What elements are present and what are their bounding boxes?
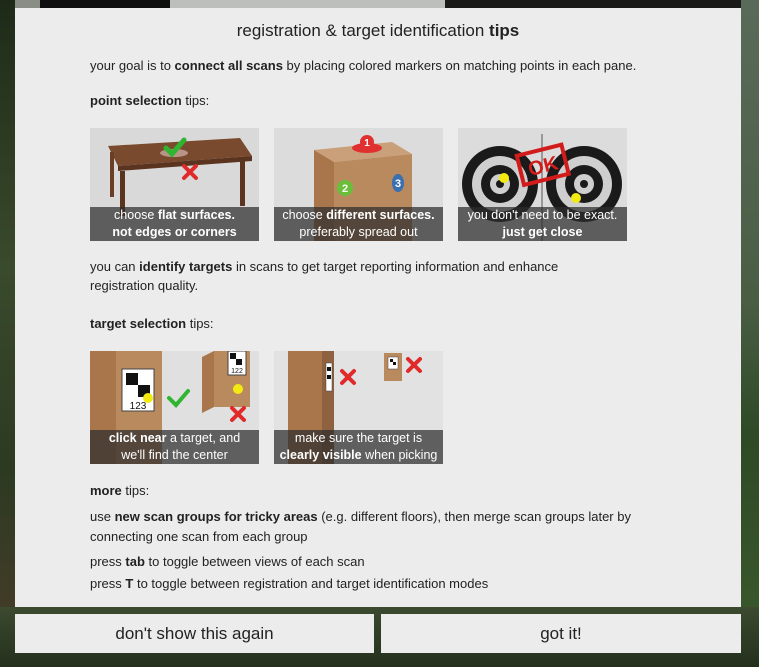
svg-text:122: 122	[231, 368, 243, 375]
tip-image-target-visible: make sure the target is clearly visible …	[274, 351, 443, 464]
tips-dialog: registration & target identification tip…	[15, 8, 741, 607]
svg-text:3: 3	[395, 178, 401, 190]
marker-dot	[571, 193, 581, 203]
tip-image-different-surfaces: 1 2 3 choose different surfaces. prefera…	[274, 128, 443, 241]
tip-caption: click near a target, and we'll find the …	[90, 430, 259, 464]
background-top-strip	[445, 0, 741, 8]
tip-caption: choose different surfaces. preferably sp…	[274, 207, 443, 241]
background-right-edge	[740, 0, 759, 667]
t-key-tip: press T to toggle between registration a…	[90, 576, 489, 591]
marker-dot	[143, 393, 153, 403]
background-top-strip	[40, 0, 170, 8]
dialog-title: registration & target identification tip…	[15, 21, 741, 41]
svg-text:2: 2	[342, 183, 348, 195]
target-selection-heading: target selection tips:	[90, 316, 214, 331]
tip-image-flat-surfaces: choose flat surfaces. not edges or corne…	[90, 128, 259, 241]
title-bold-text: tips	[489, 21, 520, 40]
more-tips-heading: more tips:	[90, 483, 150, 498]
dont-show-again-button[interactable]: don't show this again	[15, 614, 374, 653]
goal-text: your goal is to connect all scans by pla…	[90, 58, 637, 73]
tip-image-not-exact: OK you don't need to be exact. just get …	[458, 128, 627, 241]
svg-text:123: 123	[130, 401, 147, 412]
scan-groups-tip: use new scan groups for tricky areas (e.…	[90, 509, 631, 544]
marker-dot	[233, 384, 243, 394]
identify-targets-text: you can identify targets in scans to get…	[90, 259, 559, 293]
tip-image-click-near-target: 123 122 click near a target, and we'll f…	[90, 351, 259, 464]
background-top-strip	[15, 0, 40, 8]
tip-caption: you don't need to be exact. just get clo…	[458, 207, 627, 241]
point-selection-heading: point selection tips:	[90, 93, 210, 108]
tip-caption: make sure the target is clearly visible …	[274, 430, 443, 464]
svg-text:1: 1	[364, 138, 370, 149]
title-text: registration & target identification	[236, 21, 490, 40]
background-left-edge	[0, 0, 15, 667]
marker-dot	[499, 173, 509, 183]
tab-key-tip: press tab to toggle between views of eac…	[90, 554, 365, 569]
background-top-strip	[170, 0, 445, 8]
tip-caption: choose flat surfaces. not edges or corne…	[90, 207, 259, 241]
got-it-button[interactable]: got it!	[381, 614, 741, 653]
